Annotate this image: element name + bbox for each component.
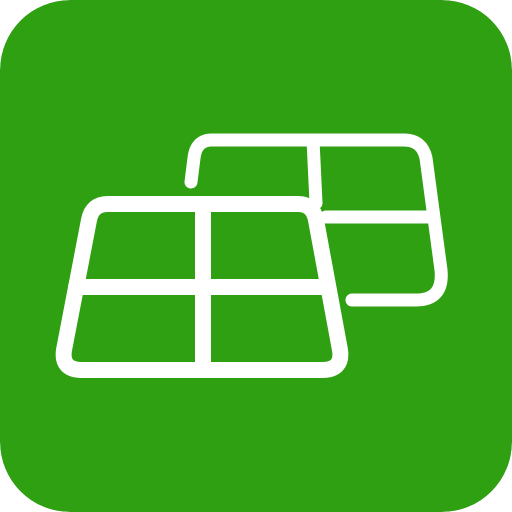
solar-panels-icon: [0, 0, 512, 512]
back-panel-vertical-divider: [306, 133, 323, 210]
app-icon[interactable]: [0, 0, 512, 512]
